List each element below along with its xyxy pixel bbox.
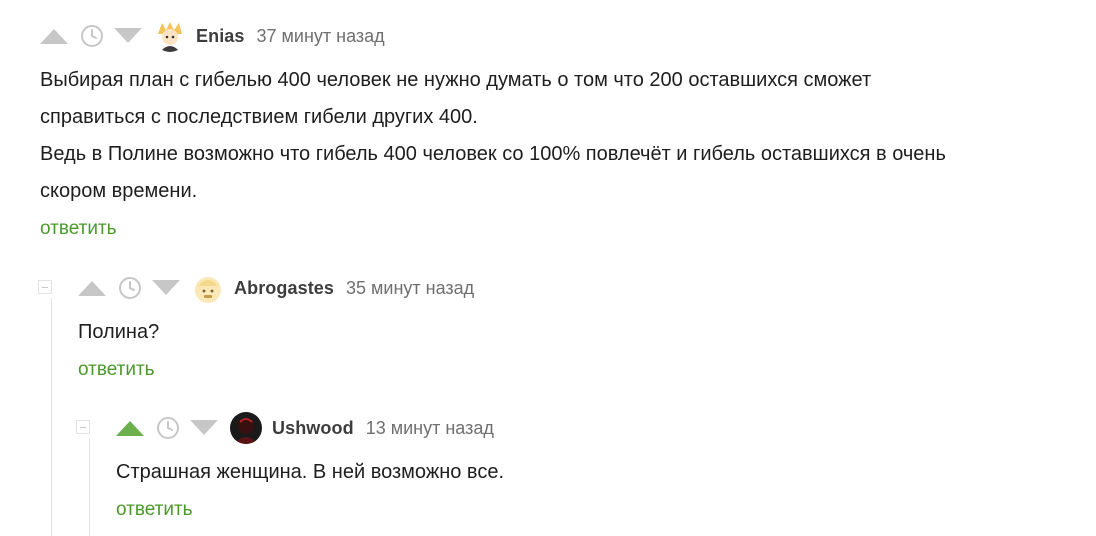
avatar[interactable] bbox=[154, 20, 186, 52]
comment-time[interactable]: 13 минут назад bbox=[366, 418, 494, 439]
comment-enias: Enias 37 минут назад Выбирая план с гибе… bbox=[40, 20, 1080, 240]
comment-ushwood: Ushwood 13 минут назад Страшная женщина.… bbox=[76, 412, 1076, 521]
thread-line-level-1[interactable] bbox=[51, 298, 52, 536]
comment-text: Страшная женщина. В ней возможно все. bbox=[116, 461, 504, 483]
downvote-arrow-icon[interactable] bbox=[114, 28, 142, 44]
collapse-toggle[interactable] bbox=[76, 420, 90, 434]
downvote-arrow-icon[interactable] bbox=[190, 420, 218, 436]
upvote-arrow-icon[interactable] bbox=[78, 280, 106, 296]
author-name[interactable]: Enias bbox=[196, 26, 245, 47]
reply-link[interactable]: ответить bbox=[78, 359, 1078, 381]
downvote-arrow-icon[interactable] bbox=[152, 280, 180, 296]
clock-icon[interactable] bbox=[156, 416, 180, 440]
comments-thread: Enias 37 минут назад Выбирая план с гибе… bbox=[0, 0, 1096, 536]
comment-header: Abrogastes 35 минут назад bbox=[38, 272, 1078, 304]
comment-header: Enias 37 минут назад bbox=[40, 20, 1080, 52]
avatar[interactable] bbox=[230, 412, 262, 444]
collapse-toggle[interactable] bbox=[38, 280, 52, 294]
comment-abrogastes: Abrogastes 35 минут назад Полина? ответи… bbox=[38, 272, 1078, 381]
comment-header: Ushwood 13 минут назад bbox=[76, 412, 1076, 444]
upvote-arrow-icon[interactable] bbox=[40, 28, 68, 44]
comment-time[interactable]: 37 минут назад bbox=[257, 26, 385, 47]
author-name[interactable]: Abrogastes bbox=[234, 278, 334, 299]
thread-line-level-2[interactable] bbox=[89, 438, 90, 536]
avatar[interactable] bbox=[192, 272, 224, 304]
author-name[interactable]: Ushwood bbox=[272, 418, 354, 439]
clock-icon[interactable] bbox=[80, 24, 104, 48]
reply-link[interactable]: ответить bbox=[40, 218, 1080, 240]
clock-icon[interactable] bbox=[118, 276, 142, 300]
comment-text: Выбирая план с гибелью 400 человек не ну… bbox=[40, 69, 946, 202]
upvote-arrow-icon[interactable] bbox=[116, 420, 144, 436]
comment-text: Полина? bbox=[78, 321, 160, 343]
comment-time[interactable]: 35 минут назад bbox=[346, 278, 474, 299]
reply-link[interactable]: ответить bbox=[116, 499, 1076, 521]
